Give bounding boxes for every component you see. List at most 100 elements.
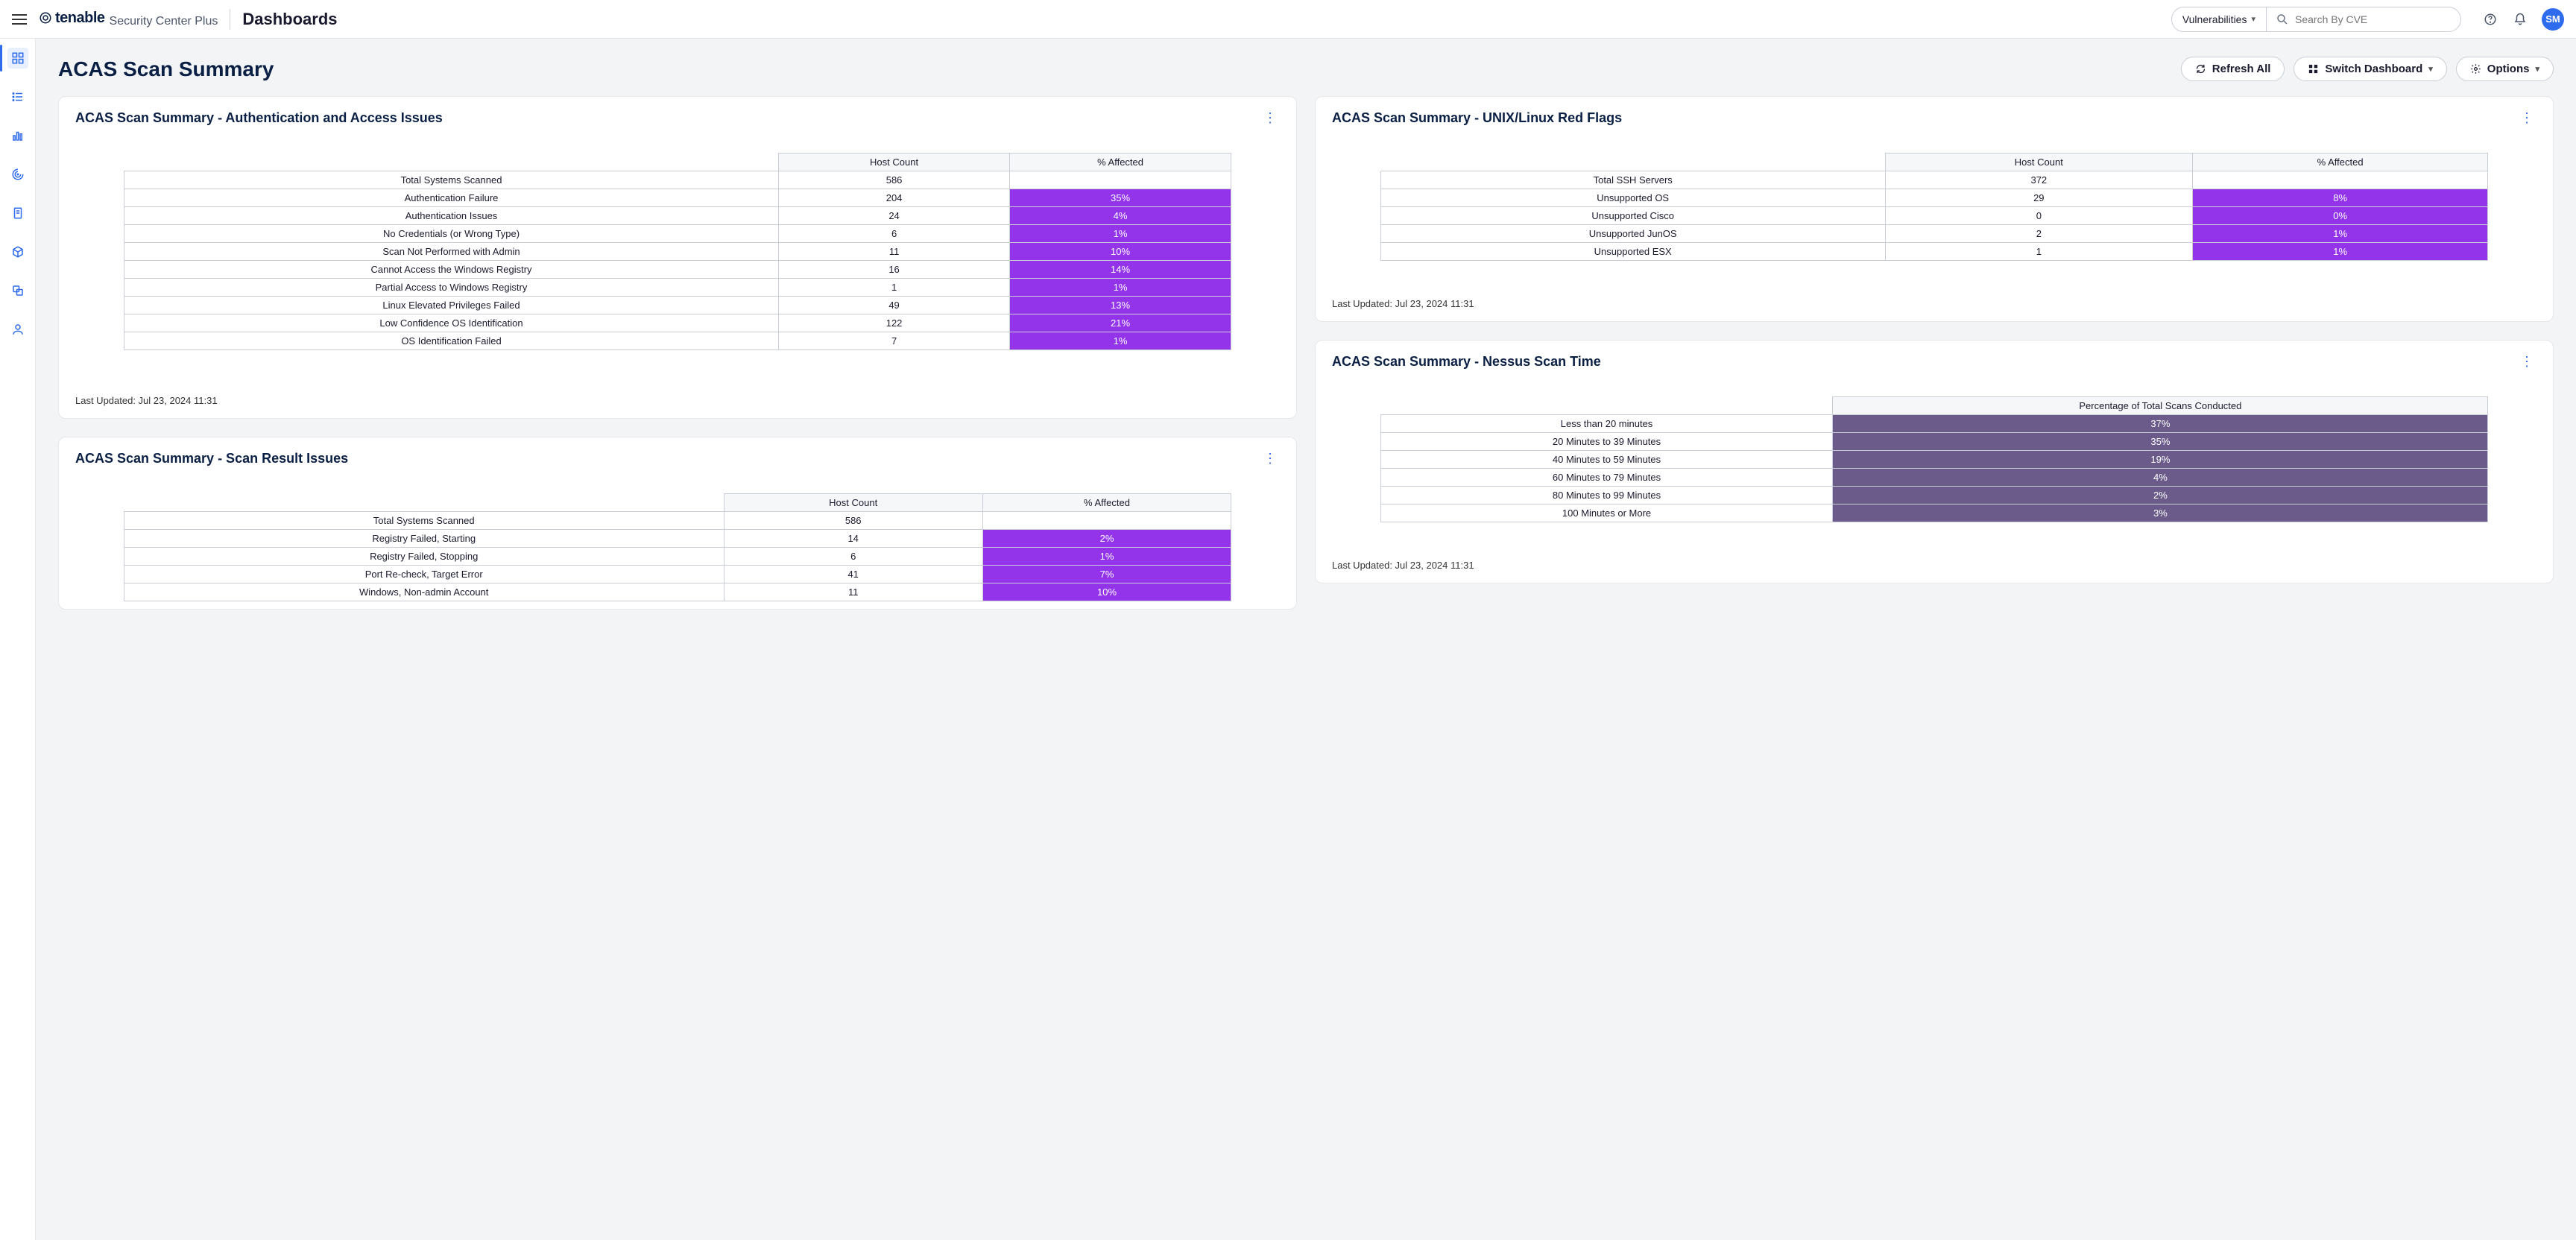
table-row[interactable]: Total Systems Scanned586 [124,512,1231,530]
table-row[interactable]: Unsupported OS298% [1380,189,2488,207]
row-pct: 3% [1833,504,2488,522]
refresh-icon [2195,63,2206,75]
switch-label: Switch Dashboard [2325,63,2422,75]
row-count: 586 [724,512,982,530]
card-updated: Last Updated: Jul 23, 2024 11:31 [59,388,1296,418]
chevron-down-icon: ▾ [2428,64,2433,74]
row-pct: 10% [1009,243,1231,261]
rail-target[interactable] [7,164,28,185]
table-row[interactable]: 20 Minutes to 39 Minutes35% [1380,433,2488,451]
user-avatar[interactable]: SM [2542,8,2564,31]
row-label: Linux Elevated Privileges Failed [124,297,779,314]
bell-icon [2513,13,2527,26]
row-count: 11 [724,583,982,601]
table-row[interactable]: Unsupported JunOS21% [1380,225,2488,243]
rail-dashboards[interactable] [7,48,28,69]
search-input[interactable] [2295,13,2452,25]
bar-chart-icon [11,129,25,142]
row-pct: 1% [1009,225,1231,243]
card-menu-button[interactable]: ⋮ [2517,107,2536,129]
row-pct: 0% [2192,207,2487,225]
rail-reports[interactable] [7,203,28,224]
card-menu-button[interactable]: ⋮ [2517,351,2536,373]
rail-assets[interactable] [7,241,28,262]
switch-dashboard-button[interactable]: Switch Dashboard ▾ [2294,57,2446,81]
gear-icon [2470,63,2481,75]
table-row[interactable]: Scan Not Performed with Admin1110% [124,243,1231,261]
col-header: Percentage of Total Scans Conducted [1833,397,2488,415]
row-label: Scan Not Performed with Admin [124,243,779,261]
row-count: 2 [1885,225,2192,243]
table-row[interactable]: Cannot Access the Windows Registry1614% [124,261,1231,279]
table-row[interactable]: Less than 20 minutes37% [1380,415,2488,433]
card-updated: Last Updated: Jul 23, 2024 11:31 [1316,291,2553,321]
card-menu-button[interactable]: ⋮ [1260,448,1280,469]
search-icon [2276,13,2289,26]
row-pct: 7% [982,566,1231,583]
notifications-button[interactable] [2512,11,2528,28]
table-row[interactable]: Total SSH Servers372 [1380,171,2488,189]
table-row[interactable]: Authentication Issues244% [124,207,1231,225]
table-row[interactable]: 100 Minutes or More3% [1380,504,2488,522]
grid-icon [11,51,25,65]
card-auth-issues: ACAS Scan Summary - Authentication and A… [58,96,1297,419]
row-label: Cannot Access the Windows Registry [124,261,779,279]
row-label: Unsupported OS [1380,189,1885,207]
rail-analytics[interactable] [7,125,28,146]
breadcrumb[interactable]: Dashboards [242,10,337,29]
rail-workflow[interactable] [7,280,28,301]
table-row[interactable]: OS Identification Failed71% [124,332,1231,350]
table-row[interactable]: Port Re-check, Target Error417% [124,566,1231,583]
table-row[interactable]: Windows, Non-admin Account1110% [124,583,1231,601]
table-row[interactable]: Unsupported Cisco00% [1380,207,2488,225]
row-pct: 1% [1009,279,1231,297]
table-row[interactable]: 60 Minutes to 79 Minutes4% [1380,469,2488,487]
brand-logo: tenable [39,10,105,27]
row-pct: 35% [1833,433,2488,451]
table-row[interactable]: Unsupported ESX11% [1380,243,2488,261]
options-button[interactable]: Options ▾ [2456,57,2554,81]
table-row[interactable]: No Credentials (or Wrong Type)61% [124,225,1231,243]
table-row[interactable]: 80 Minutes to 99 Minutes2% [1380,487,2488,504]
table-row[interactable]: 40 Minutes to 59 Minutes19% [1380,451,2488,469]
cube-icon [11,245,25,259]
card-scan-result-issues: ACAS Scan Summary - Scan Result Issues ⋮… [58,437,1297,610]
row-label: 80 Minutes to 99 Minutes [1380,487,1833,504]
row-label: Unsupported ESX [1380,243,1885,261]
row-pct: 13% [1009,297,1231,314]
row-count: 204 [779,189,1009,207]
brand: tenable Security Center Plus [39,10,218,29]
row-pct [2192,171,2487,189]
table-row[interactable]: Authentication Failure20435% [124,189,1231,207]
table-row[interactable]: Low Confidence OS Identification12221% [124,314,1231,332]
row-label: 40 Minutes to 59 Minutes [1380,451,1833,469]
help-button[interactable] [2482,11,2498,28]
chevron-down-icon: ▾ [2535,64,2539,74]
search-category-select[interactable]: Vulnerabilities ▾ [2172,7,2267,31]
table-row[interactable]: Partial Access to Windows Registry11% [124,279,1231,297]
top-icons: SM [2482,8,2564,31]
refresh-all-button[interactable]: Refresh All [2181,57,2285,81]
table-row[interactable]: Registry Failed, Stopping61% [124,548,1231,566]
row-count: 14 [724,530,982,548]
col-header: % Affected [1009,154,1231,171]
row-pct: 21% [1009,314,1231,332]
row-label: Windows, Non-admin Account [124,583,724,601]
row-count: 1 [1885,243,2192,261]
row-label: Authentication Failure [124,189,779,207]
card-scan-time: ACAS Scan Summary - Nessus Scan Time ⋮ P… [1315,340,2554,583]
card-updated: Last Updated: Jul 23, 2024 11:31 [1316,552,2553,583]
rail-users[interactable] [7,319,28,340]
card-menu-button[interactable]: ⋮ [1260,107,1280,129]
card-title: ACAS Scan Summary - Authentication and A… [75,110,443,126]
rail-list[interactable] [7,86,28,107]
row-pct: 1% [1009,332,1231,350]
row-pct [1009,171,1231,189]
table-row[interactable]: Total Systems Scanned586 [124,171,1231,189]
col-header: Host Count [724,494,982,512]
top-bar: tenable Security Center Plus Dashboards … [0,0,2576,39]
table-row[interactable]: Registry Failed, Starting142% [124,530,1231,548]
row-label: Partial Access to Windows Registry [124,279,779,297]
menu-toggle-button[interactable] [12,11,27,28]
table-row[interactable]: Linux Elevated Privileges Failed4913% [124,297,1231,314]
